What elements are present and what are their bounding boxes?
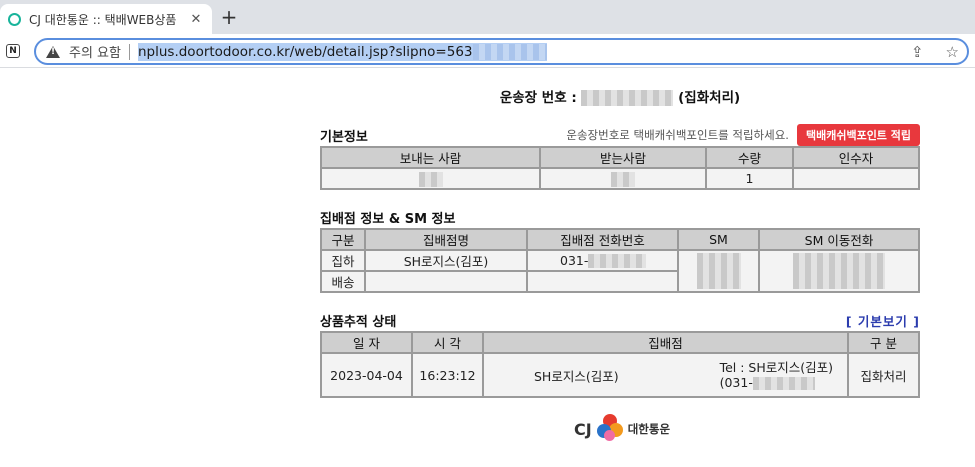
redacted-phone — [588, 254, 647, 269]
redacted-tel — [752, 377, 815, 390]
tracking-header: 상품추적 상태 [ 기본보기 ] — [320, 309, 920, 331]
tracking-branch-tel-number: (031- — [719, 375, 753, 390]
redacted-sm-mobile — [793, 253, 885, 289]
pickup-branch-name: SH로지스(김포) — [364, 249, 528, 272]
waybill-heading: 운송장 번호 : (집화처리) — [320, 86, 920, 108]
row-type-delivery: 배송 — [320, 270, 366, 293]
bookmark-star-icon[interactable]: ☆ — [946, 43, 959, 61]
cj-logo: CJ 대한통운 — [574, 414, 670, 444]
warning-icon[interactable] — [46, 45, 60, 58]
tab-title: CJ 대한통운 :: 택배WEB상품 — [29, 12, 177, 27]
branch-info-header: 집배점 정보 & SM 정보 — [320, 206, 920, 228]
col-acceptor: 인수자 — [792, 146, 920, 169]
sm-name-cell — [677, 249, 760, 293]
extension-n-icon[interactable]: N — [6, 44, 20, 58]
tracking-title: 상품추적 상태 — [320, 314, 397, 330]
tracking-time: 16:23:12 — [411, 352, 484, 398]
cj-brand-text: 대한통운 — [627, 422, 671, 436]
basic-info-table: 보내는 사람 받는사람 수량 인수자 1 — [320, 146, 920, 190]
col-date: 일 자 — [320, 331, 413, 354]
col-status: 구 분 — [847, 331, 920, 354]
tracking-branch-tel: Tel : SH로지스(김포) — [719, 360, 833, 375]
omnibox-divider — [128, 43, 130, 60]
url-text[interactable]: nplus.doortodoor.co.kr/web/detail.jsp?sl… — [137, 42, 547, 61]
row-type-pickup: 집하 — [320, 249, 366, 272]
tab-strip: CJ 대한통운 :: 택배WEB상품 ✕ + — [0, 0, 975, 34]
redacted-slipno — [472, 43, 547, 60]
tracking-branch-cell: SH로지스(김포) Tel : SH로지스(김포) (031- — [482, 352, 849, 398]
col-type: 구분 — [320, 228, 366, 251]
cj-logo-text: CJ — [574, 419, 592, 439]
col-sm-mobile: SM 이동전화 — [758, 228, 920, 251]
redacted-sm-name — [696, 253, 741, 289]
pickup-branch-phone: 031- — [526, 249, 679, 272]
redacted-waybill-number — [581, 90, 674, 106]
security-label[interactable]: 주의 요함 — [69, 42, 121, 61]
col-branch: 집배점 — [482, 331, 849, 354]
omnibox[interactable]: 주의 요함 nplus.doortodoor.co.kr/web/detail.… — [34, 38, 969, 65]
waybill-label: 운송장 번호 : — [499, 90, 577, 106]
tracking-date: 2023-04-04 — [320, 352, 413, 398]
tracking-table: 일 자 시 각 집배점 구 분 2023-04-04 16:23:12 SH로지… — [320, 331, 920, 398]
tracking-page: 운송장 번호 : (집화처리) 기본정보 운송장번호로 택배캐쉬백포인트를 적립… — [320, 86, 920, 398]
cashback-point-button[interactable]: 택배캐쉬백포인트 적립 — [796, 124, 920, 146]
basic-info-header: 기본정보 운송장번호로 택배캐쉬백포인트를 적립하세요. 택배캐쉬백포인트 적립 — [320, 124, 920, 146]
browser-tab[interactable]: CJ 대한통운 :: 택배WEB상품 ✕ — [0, 4, 212, 34]
redacted-receiver — [611, 171, 635, 187]
sender-cell — [320, 167, 541, 190]
col-branch-name: 집배점명 — [364, 228, 528, 251]
col-sender: 보내는 사람 — [320, 146, 541, 169]
receiver-cell — [539, 167, 707, 190]
branch-info-table: 구분 집배점명 집배점 전화번호 SM SM 이동전화 집하 SH로지스(김포)… — [320, 228, 920, 293]
acceptor-cell — [792, 167, 920, 190]
cj-petal-icon — [595, 414, 623, 444]
col-sm: SM — [677, 228, 760, 251]
new-tab-button[interactable]: + — [218, 7, 240, 29]
waybill-status: (집화처리) — [678, 90, 741, 106]
basic-view-button[interactable]: [ 기본보기 ] — [846, 311, 920, 330]
address-bar-row: N 주의 요함 nplus.doortodoor.co.kr/web/detai… — [0, 34, 975, 68]
col-receiver: 받는사람 — [539, 146, 707, 169]
delivery-branch-name — [364, 270, 528, 293]
point-notice: 운송장번호로 택배캐쉬백포인트를 적립하세요. — [566, 128, 789, 142]
quantity-cell: 1 — [705, 167, 794, 190]
delivery-branch-phone — [526, 270, 679, 293]
col-time: 시 각 — [411, 331, 484, 354]
site-favicon-icon — [8, 12, 21, 26]
sm-mobile-cell — [758, 249, 920, 293]
branch-info-title: 집배점 정보 & SM 정보 — [320, 211, 456, 227]
col-branch-phone: 집배점 전화번호 — [526, 228, 679, 251]
basic-info-title: 기본정보 — [320, 129, 368, 145]
tracking-status: 집화처리 — [847, 352, 920, 398]
redacted-sender — [418, 171, 443, 187]
table-row: 2023-04-04 16:23:12 SH로지스(김포) Tel : SH로지… — [320, 352, 920, 398]
close-tab-icon[interactable]: ✕ — [188, 12, 204, 27]
tracking-branch-name: SH로지스(김포) — [534, 368, 619, 384]
col-quantity: 수량 — [705, 146, 794, 169]
share-icon[interactable]: ⇪ — [911, 43, 924, 61]
